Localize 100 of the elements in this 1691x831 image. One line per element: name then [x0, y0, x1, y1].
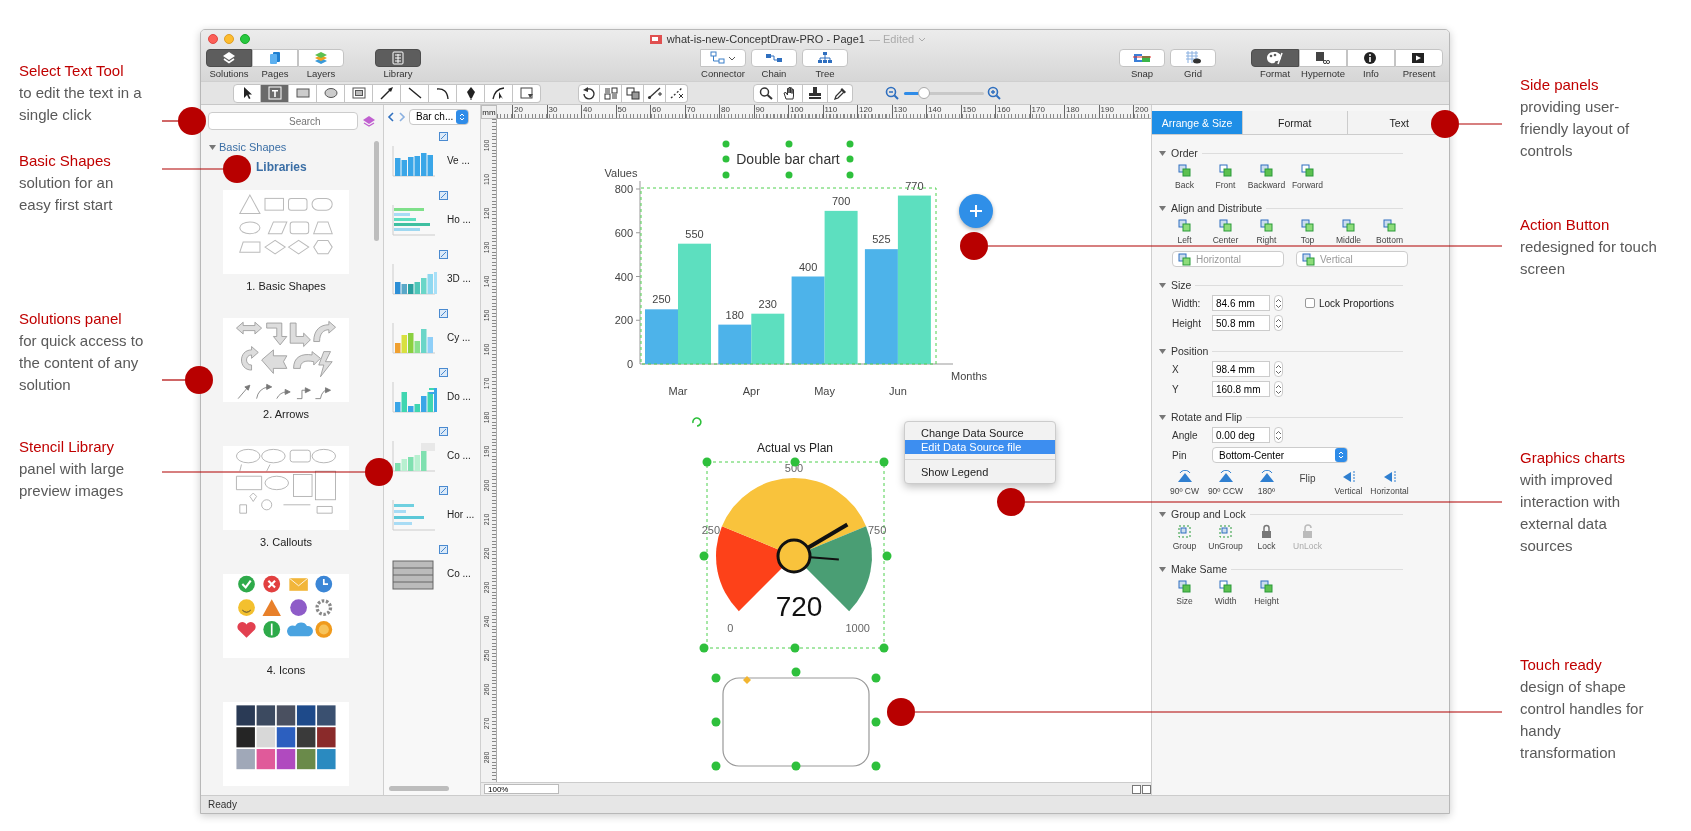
section-title[interactable]: Rotate and Flip: [1171, 411, 1243, 423]
tool-button[interactable]: [828, 83, 853, 103]
ruler-unit[interactable]: mm: [481, 105, 497, 119]
inspector-button[interactable]: Backward: [1246, 163, 1287, 190]
scrollbar[interactable]: [374, 141, 379, 241]
inspector-button[interactable]: Height: [1246, 579, 1287, 606]
selection-handle[interactable]: [711, 673, 721, 683]
library-dropdown[interactable]: Bar ch...: [409, 108, 470, 125]
edit-icon[interactable]: [439, 191, 448, 200]
tool-button[interactable]: [345, 83, 373, 103]
selection-handle[interactable]: [790, 643, 800, 653]
edit-icon[interactable]: [439, 132, 448, 141]
inspector-button[interactable]: Vertical: [1328, 470, 1369, 496]
tool-button[interactable]: [644, 83, 666, 103]
inspector-button[interactable]: Front: [1205, 163, 1246, 190]
inspector-button[interactable]: Size: [1164, 579, 1205, 606]
chart-thumbnail-drawing[interactable]: [389, 202, 437, 237]
selection-handle[interactable]: [791, 761, 801, 771]
edit-icon[interactable]: [439, 250, 448, 259]
icons-preview-drawing[interactable]: [223, 574, 349, 658]
section-title[interactable]: Align and Distribute: [1171, 202, 1263, 214]
inspector-button[interactable]: 90º CCW: [1205, 470, 1246, 496]
toolbar-button[interactable]: [1299, 49, 1347, 67]
slider-thumb[interactable]: [918, 86, 930, 99]
toolbar-button[interactable]: [1395, 49, 1443, 67]
shapes-preview-drawing[interactable]: [223, 190, 349, 274]
callouts-preview-drawing[interactable]: [223, 446, 349, 530]
stepper-button[interactable]: [1274, 427, 1283, 443]
selection-handle[interactable]: [882, 551, 892, 561]
selection-handle[interactable]: [711, 717, 721, 727]
chart-thumbnail-drawing[interactable]: [389, 379, 437, 414]
section-title[interactable]: Group and Lock: [1171, 508, 1246, 520]
pin-dropdown[interactable]: Bottom-Center: [1212, 447, 1348, 463]
input-field[interactable]: 0.00 deg: [1212, 427, 1270, 443]
forward-button[interactable]: [398, 111, 406, 122]
input-field[interactable]: 84.6 mm: [1212, 295, 1270, 311]
tool-button[interactable]: [457, 83, 485, 103]
back-button[interactable]: [387, 111, 395, 122]
section-title[interactable]: Order: [1171, 147, 1198, 159]
stepper-button[interactable]: [1274, 361, 1283, 377]
search-field[interactable]: Search: [208, 112, 358, 130]
edit-icon[interactable]: [439, 486, 448, 495]
zoom-dropdown[interactable]: 100%: [484, 784, 559, 794]
menu-item[interactable]: Change Data Source: [905, 426, 1055, 440]
toolbar-button[interactable]: [206, 49, 252, 67]
selection-handle[interactable]: [699, 551, 709, 561]
bar[interactable]: [791, 276, 825, 364]
tree-item[interactable]: Basic Shapes: [208, 138, 383, 156]
selection-handle[interactable]: [871, 717, 881, 727]
stepper-button[interactable]: [1274, 381, 1283, 397]
tool-button[interactable]: [578, 83, 600, 103]
selection-handle[interactable]: [785, 140, 793, 148]
inspector-button[interactable]: Bottom: [1369, 218, 1410, 245]
input-field[interactable]: 50.8 mm: [1212, 315, 1270, 331]
chart-thumbnail-drawing[interactable]: [389, 320, 437, 355]
chart-thumbnail-drawing[interactable]: [389, 497, 437, 532]
inspector-button[interactable]: 90º CW: [1164, 470, 1205, 496]
minimize-button[interactable]: [224, 34, 234, 44]
section-title[interactable]: Make Same: [1171, 563, 1228, 575]
tool-button[interactable]: [666, 83, 688, 103]
tool-button[interactable]: [753, 83, 778, 103]
selection-handle[interactable]: [785, 171, 793, 179]
inspector-button[interactable]: Right: [1246, 218, 1287, 245]
inspector-button[interactable]: Back: [1164, 163, 1205, 190]
chart-thumbnail-drawing[interactable]: [389, 261, 437, 296]
inspector-button[interactable]: Horizontal: [1369, 470, 1410, 496]
inspector-button[interactable]: UnGroup: [1205, 524, 1246, 551]
section-title[interactable]: Position: [1171, 345, 1209, 357]
zoom-button[interactable]: [240, 34, 250, 44]
chart-thumbnail-drawing[interactable]: [389, 438, 437, 473]
textures-preview-drawing[interactable]: [223, 702, 349, 786]
inspector-button[interactable]: Forward: [1287, 163, 1328, 190]
edit-icon[interactable]: [439, 309, 448, 318]
inspector-button[interactable]: Group: [1164, 524, 1205, 551]
checkbox[interactable]: [1305, 298, 1315, 308]
inspector-button[interactable]: Center: [1205, 218, 1246, 245]
inspector-button[interactable]: Left: [1164, 218, 1205, 245]
tree-label[interactable]: Libraries: [256, 160, 307, 174]
menu-item[interactable]: Show Legend: [905, 465, 1055, 479]
stepper-button[interactable]: [1274, 295, 1283, 311]
selection-handle[interactable]: [879, 457, 889, 467]
selection-handle[interactable]: [791, 667, 801, 677]
toolbar-button[interactable]: [1170, 49, 1216, 67]
selection-handle[interactable]: [711, 761, 721, 771]
toolbar-button[interactable]: [1347, 49, 1395, 67]
selection-handle[interactable]: [879, 643, 889, 653]
edit-icon[interactable]: [439, 368, 448, 377]
chart-thumbnail-drawing[interactable]: [389, 143, 437, 178]
inspector-button[interactable]: Width: [1205, 579, 1246, 606]
inspector-button[interactable]: Top: [1287, 218, 1328, 245]
edit-icon[interactable]: [439, 427, 448, 436]
input-field[interactable]: 160.8 mm: [1212, 381, 1270, 397]
inspector-button[interactable]: Middle: [1328, 218, 1369, 245]
section-title[interactable]: Size: [1171, 279, 1192, 291]
selection-handle[interactable]: [871, 761, 881, 771]
tool-button[interactable]: [778, 83, 803, 103]
edit-icon[interactable]: [439, 545, 448, 554]
tool-button[interactable]: [429, 83, 457, 103]
bar[interactable]: [718, 324, 752, 364]
selection-handle[interactable]: [702, 457, 712, 467]
